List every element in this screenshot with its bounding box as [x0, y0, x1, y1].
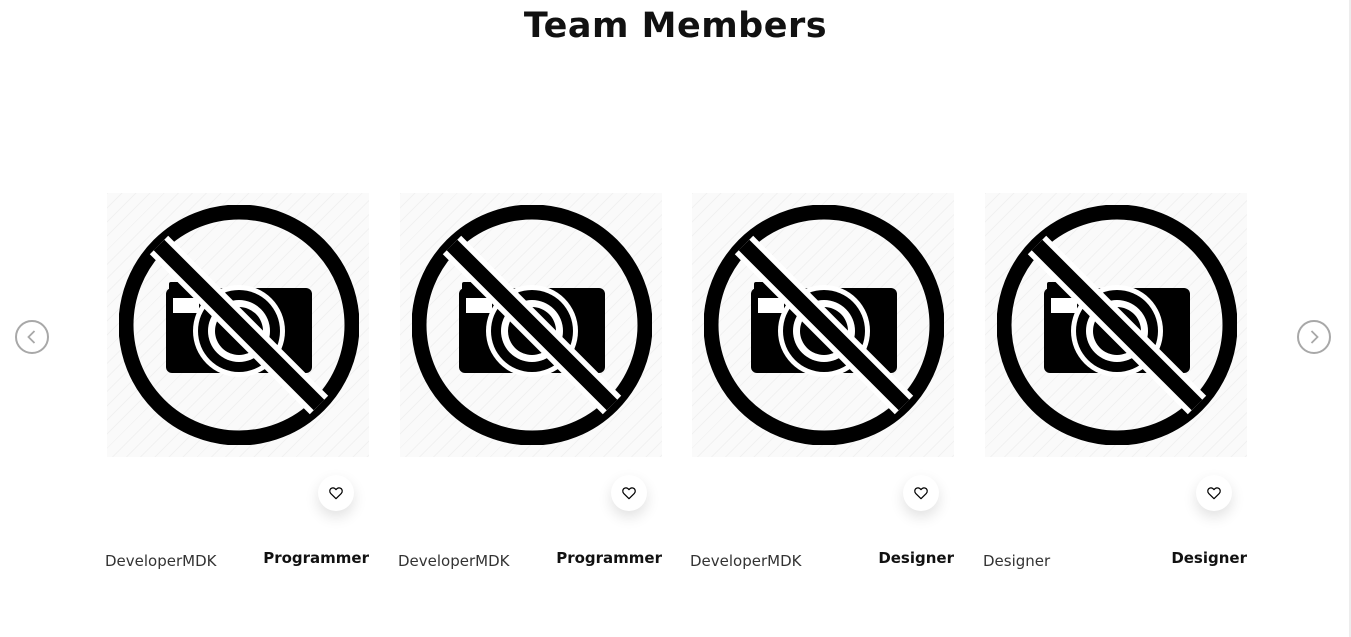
no-camera-icon	[119, 205, 359, 445]
member-name: Designer	[983, 552, 1051, 570]
member-photo-placeholder	[107, 193, 369, 457]
heart-icon	[622, 487, 636, 500]
member-photo-placeholder	[692, 193, 954, 457]
heart-icon	[914, 487, 928, 500]
like-button[interactable]	[903, 475, 939, 511]
member-photo-placeholder	[985, 193, 1247, 457]
member-role: Programmer	[556, 549, 662, 567]
member-role: Designer	[878, 549, 954, 567]
member-name: DeveloperMDK	[690, 552, 802, 570]
no-camera-icon	[704, 205, 944, 445]
carousel-next-button[interactable]	[1297, 320, 1331, 354]
member-name: DeveloperMDK	[398, 552, 510, 570]
team-member-card: DeveloperMDK Designer	[690, 193, 954, 593]
member-role: Programmer	[263, 549, 369, 567]
member-role: Designer	[1171, 549, 1247, 567]
chevron-right-icon	[1310, 330, 1319, 344]
chevron-left-icon	[27, 330, 36, 344]
no-camera-icon	[412, 205, 652, 445]
like-button[interactable]	[1196, 475, 1232, 511]
section-title: Team Members	[523, 6, 828, 46]
like-button[interactable]	[318, 475, 354, 511]
no-camera-icon	[997, 205, 1237, 445]
heart-icon	[1207, 487, 1221, 500]
heart-icon	[329, 487, 343, 500]
team-member-card: Designer Designer	[983, 193, 1247, 593]
team-member-card: DeveloperMDK Programmer	[398, 193, 662, 593]
team-member-card: DeveloperMDK Programmer	[105, 193, 369, 593]
like-button[interactable]	[611, 475, 647, 511]
carousel-prev-button[interactable]	[15, 320, 49, 354]
member-name: DeveloperMDK	[105, 552, 217, 570]
member-photo-placeholder	[400, 193, 662, 457]
